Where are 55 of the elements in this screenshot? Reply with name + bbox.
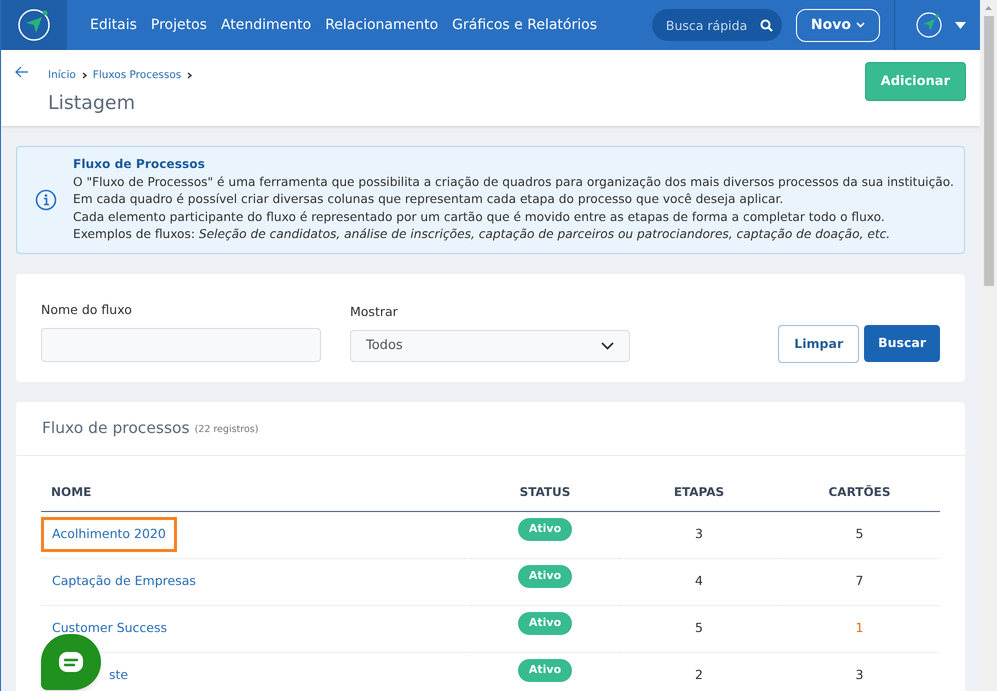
table-cell: 5 [856, 526, 864, 542]
column-header: CARTÕES [779, 474, 940, 511]
quick-search-field[interactable]: Busca rápida [652, 9, 782, 41]
breadcrumb-link[interactable]: Fluxos Processos [92, 68, 182, 84]
scrollbar-thumb[interactable] [984, 16, 994, 286]
record-count: (22 registros) [194, 422, 258, 437]
status-badge: Ativo [518, 518, 572, 541]
status-badge: Ativo [518, 659, 572, 682]
status-badge: Ativo [518, 612, 572, 635]
table-title: Fluxo de processos [42, 418, 190, 439]
table-cell: 7 [856, 573, 864, 588]
table-cell: 2 [695, 667, 703, 682]
chevron-right-icon [187, 72, 192, 80]
info-title: Fluxo de Processos [73, 156, 206, 174]
chevron-down-icon [601, 342, 614, 350]
chat-icon [59, 652, 83, 672]
info-text: O "Fluxo de Processos" é uma ferramenta que possibilita a criação de quadros para organização dos mais diversos processos da sua instituição. [73, 174, 954, 191]
table-cell: 5 [695, 620, 703, 636]
nav-link[interactable]: Relacionamento [325, 14, 438, 36]
status-badge: Ativo [518, 565, 572, 588]
flow-link[interactable]: ste [98, 658, 140, 691]
clear-button[interactable]: Limpar [778, 325, 860, 363]
nav-link[interactable]: Projetos [150, 14, 207, 36]
info-text: Exemplos de fluxos: Seleção de candidatos, análise de inscrições, captação de parceiros ou patrociandores, captação de doação, etc. [73, 226, 892, 244]
nav-link[interactable]: Gráficos e Relatórios [452, 14, 597, 36]
chevron-right-icon [82, 72, 87, 80]
search-icon [760, 19, 773, 32]
new-button[interactable]: Novo [796, 8, 880, 42]
flow-name-field[interactable] [41, 328, 321, 362]
flow-link[interactable]: Captação de Empresas [41, 564, 207, 599]
back-arrow-icon[interactable] [15, 66, 29, 78]
info-text: Em cada quadro é possível criar diversas colunas que representam cada etapa do processo que você deseja aplicar. [73, 191, 784, 208]
nav-link[interactable]: Atendimento [220, 14, 312, 36]
dropdown-caret-icon[interactable] [955, 22, 966, 28]
info-text: Cada elemento participante do fluxo é representado por um cartão que é movido entre as etapas de forma a completar todo o fluxo. [73, 208, 886, 226]
chevron-down-icon [856, 22, 865, 28]
flow-link[interactable]: Acolhimento 2020 [41, 517, 177, 552]
show-select[interactable]: Todos [350, 330, 630, 362]
field-label: Mostrar [350, 303, 399, 322]
table-cell: 3 [856, 667, 864, 682]
nav-link[interactable]: Editais [90, 14, 137, 36]
column-header: ETAPAS [619, 474, 779, 511]
search-button[interactable]: Buscar [864, 325, 940, 362]
table-cell: 3 [695, 526, 703, 542]
logo-icon[interactable] [17, 8, 51, 42]
avatar-icon[interactable] [915, 11, 943, 39]
breadcrumb-link[interactable]: Início [48, 68, 76, 84]
table-cell: 1 [856, 620, 864, 636]
column-header: STATUS [471, 474, 619, 511]
page-title: Listagem [48, 90, 136, 116]
field-label: Nome do fluxo [41, 301, 133, 320]
table-cell: 4 [695, 573, 703, 588]
column-header: NOME [41, 474, 471, 511]
info-icon [35, 189, 57, 211]
flow-link[interactable]: Customer Success [41, 611, 178, 646]
